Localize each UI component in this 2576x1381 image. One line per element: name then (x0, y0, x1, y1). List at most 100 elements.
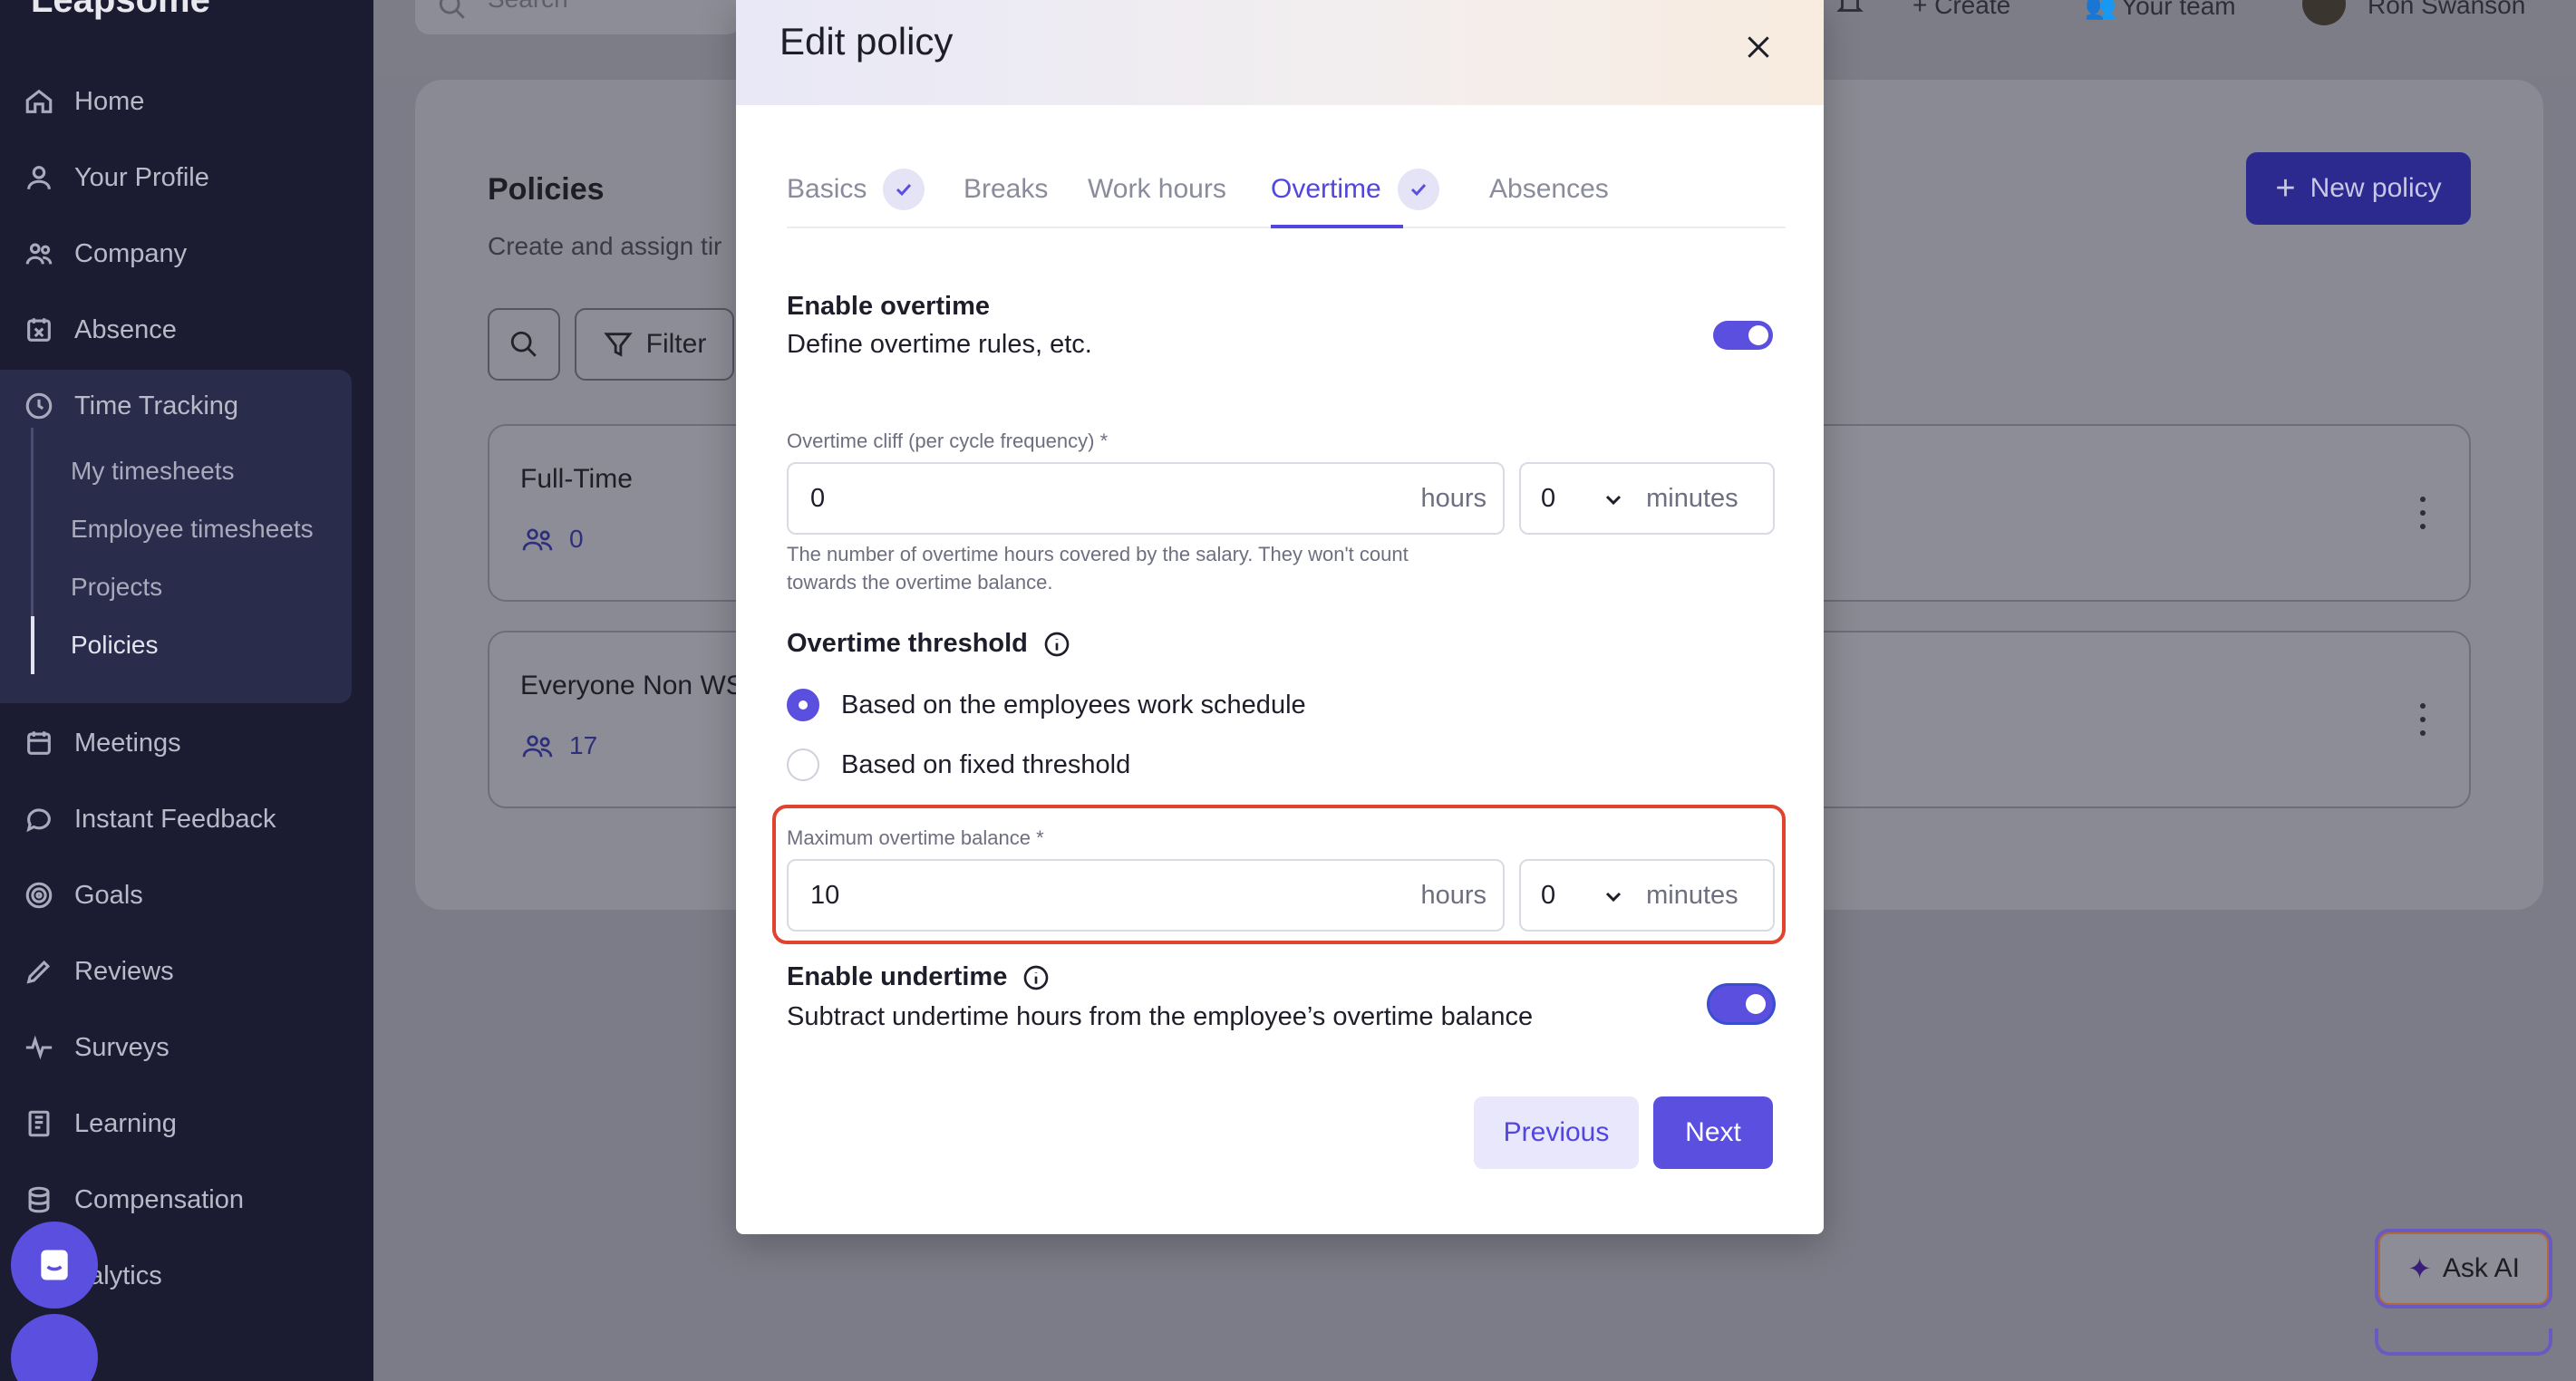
tab-breaks[interactable]: Breaks (964, 174, 1048, 228)
radio-label: Based on fixed threshold (841, 749, 1131, 779)
tab-label: Breaks (964, 174, 1049, 204)
new-policy-label: New policy (2310, 173, 2442, 203)
tab-label: Absences (1489, 174, 1609, 204)
active-tab-indicator (1271, 225, 1403, 228)
policy-name: Everyone Non WS (520, 671, 744, 700)
sidebar-item-label: Learning (74, 1108, 177, 1138)
sidebar-item-compensation[interactable]: Compensation (22, 1173, 244, 1227)
sidebar-item-profile[interactable]: Your Profile (22, 150, 209, 205)
policy-assignees: 17 (520, 730, 597, 761)
your-team-label: Your team (2121, 0, 2236, 20)
ask-ai-button[interactable]: ✦ Ask AI (2375, 1229, 2552, 1309)
sidebar-item-home[interactable]: Home (22, 74, 144, 129)
clock-icon (22, 389, 56, 423)
home-icon (22, 84, 56, 119)
sidebar-item-goals[interactable]: Goals (22, 868, 143, 922)
sidebar-item-surveys[interactable]: Surveys (22, 1020, 169, 1075)
sidebar-subitem-projects[interactable]: Projects (71, 562, 162, 613)
overtime-cliff-label: Overtime cliff (per cycle frequency) * (787, 430, 1109, 452)
sidebar: Leapsome Home Your Profile Company Absen… (0, 0, 373, 1381)
create-button[interactable]: + Create (1913, 0, 2010, 20)
sidebar-item-instant-feedback[interactable]: Instant Feedback (22, 792, 276, 846)
tab-overtime[interactable]: Overtime (1271, 169, 1439, 228)
sidebar-item-meetings[interactable]: Meetings (22, 716, 181, 770)
minutes-suffix: minutes (1646, 483, 1738, 513)
filter-icon (604, 333, 633, 357)
sidebar-subitem-employee-timesheets[interactable]: Employee timesheets (71, 504, 314, 555)
previous-button[interactable]: Previous (1474, 1096, 1639, 1169)
help-line: The number of overtime hours covered by … (787, 543, 1409, 565)
input-value: 0 (810, 483, 826, 513)
your-team-link[interactable]: 👥 Your team (2085, 0, 2236, 21)
sidebar-item-label: Meetings (74, 728, 181, 758)
close-button[interactable] (1735, 24, 1782, 71)
chat-launcher-button[interactable] (11, 1222, 98, 1309)
undertime-title: Enable undertime (787, 962, 1008, 991)
radio-button[interactable] (787, 689, 819, 721)
pulse-icon (22, 1030, 56, 1065)
sparkle-icon: ✦ (2407, 1252, 2432, 1285)
more-options-icon[interactable] (2418, 497, 2427, 529)
search-icon (510, 331, 537, 357)
enable-undertime-toggle[interactable] (1709, 986, 1773, 1022)
tab-label: Work hours (1088, 174, 1226, 204)
tab-absences[interactable]: Absences (1489, 174, 1609, 228)
team-icon: 👥 (2085, 0, 2116, 20)
submenu-active-indicator (31, 616, 34, 674)
search-icon (437, 0, 468, 22)
policy-name: Full-Time (520, 464, 633, 494)
tab-work-hours[interactable]: Work hours (1088, 174, 1226, 228)
user-icon (22, 160, 56, 195)
sidebar-item-label: Absence (74, 314, 177, 344)
threshold-option-schedule[interactable]: Based on the employees work schedule (787, 689, 1306, 721)
app-logo[interactable]: Leapsome (31, 0, 210, 21)
enable-overtime-desc: Define overtime rules, etc. (787, 330, 1092, 359)
bell-icon[interactable] (1835, 0, 1865, 18)
sidebar-item-learning[interactable]: Learning (22, 1096, 177, 1151)
sidebar-item-label: Instant Feedback (74, 804, 276, 834)
info-icon[interactable] (1022, 963, 1051, 992)
enable-overtime-title: Enable overtime (787, 292, 991, 321)
filter-button[interactable]: Filter (575, 308, 734, 381)
overtime-cliff-hours-input[interactable]: 0 hours (787, 462, 1505, 535)
overtime-cliff-minutes-select[interactable]: 0 minutes (1519, 462, 1775, 535)
chat-launcher-shadow (11, 1314, 98, 1381)
plus-icon: + (2275, 169, 2296, 208)
sidebar-item-absence[interactable]: Absence (22, 303, 177, 357)
overtime-threshold-heading: Overtime threshold (787, 629, 1071, 659)
user-name[interactable]: Ron Swanson (2368, 0, 2525, 20)
radio-button[interactable] (787, 748, 819, 781)
threshold-option-fixed[interactable]: Based on fixed threshold (787, 748, 1130, 781)
page-title: Policies (488, 172, 605, 207)
filter-label: Filter (645, 329, 707, 359)
page-subtitle: Create and assign tir (488, 232, 722, 260)
sidebar-item-reviews[interactable]: Reviews (22, 944, 174, 999)
threshold-title: Overtime threshold (787, 629, 1028, 658)
policy-assignees: 0 (520, 524, 584, 555)
users-icon (522, 528, 553, 551)
sidebar-subitem-my-timesheets[interactable]: My timesheets (71, 446, 235, 497)
toggle-knob (1748, 325, 1768, 345)
policy-count: 0 (569, 525, 584, 553)
enable-overtime-toggle[interactable] (1713, 321, 1773, 350)
next-button[interactable]: Next (1653, 1096, 1773, 1169)
sidebar-item-company[interactable]: Company (22, 227, 187, 281)
tab-basics[interactable]: Basics (787, 169, 925, 228)
sidebar-subitem-policies[interactable]: Policies (71, 620, 158, 671)
help-line: towards the overtime balance. (787, 571, 1053, 594)
check-icon (1397, 169, 1439, 210)
ask-ai-label: Ask AI (2442, 1253, 2520, 1283)
target-icon (22, 878, 56, 913)
select-value: 0 (1541, 483, 1556, 513)
more-options-icon[interactable] (2418, 703, 2427, 736)
sidebar-item-time-tracking[interactable]: Time Tracking (22, 379, 238, 433)
search-button[interactable] (488, 308, 560, 381)
new-policy-button[interactable]: + New policy (2246, 152, 2471, 225)
info-icon[interactable] (1042, 630, 1071, 659)
toggle-knob (1746, 994, 1766, 1014)
calendar-x-icon (22, 313, 56, 347)
sidebar-item-label: Time Tracking (74, 391, 239, 420)
undertime-desc: Subtract undertime hours from the employ… (787, 1002, 1534, 1031)
close-icon (1748, 36, 1769, 58)
modal-title: Edit policy (780, 20, 954, 63)
